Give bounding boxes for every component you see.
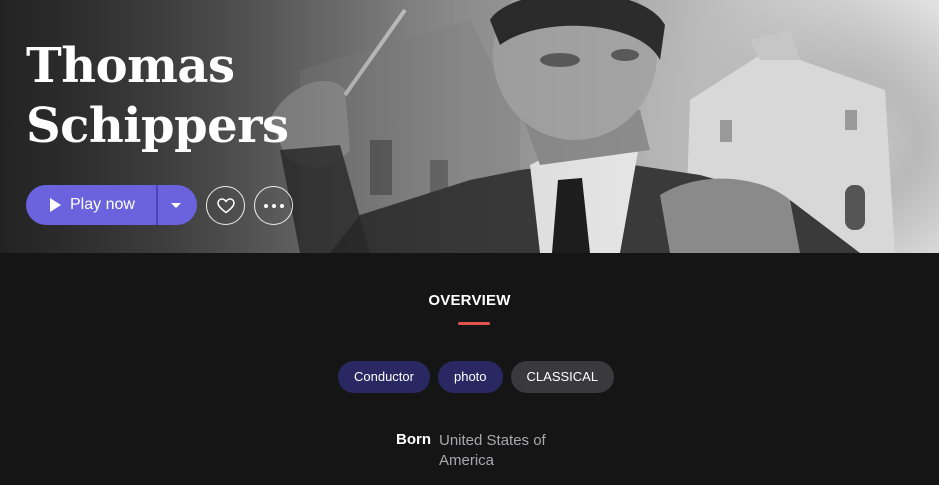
- play-options-dropdown-button[interactable]: [158, 185, 197, 225]
- tab-overview[interactable]: OVERVIEW: [0, 292, 939, 309]
- play-icon: [50, 198, 61, 212]
- tag-photo[interactable]: photo: [437, 361, 503, 393]
- more-dots-icon: [263, 203, 284, 208]
- more-options-button[interactable]: [254, 186, 293, 225]
- play-now-button[interactable]: Play now: [26, 185, 156, 225]
- artist-hero: Thomas Schippers Play now: [0, 0, 939, 253]
- dropdown-caret-icon: [171, 202, 181, 208]
- tab-active-indicator: [458, 322, 490, 325]
- tag-conductor[interactable]: Conductor: [338, 361, 430, 393]
- artist-name-heading: Thomas Schippers: [26, 38, 289, 154]
- play-button-group: Play now: [26, 185, 197, 225]
- born-label: Born: [396, 431, 431, 448]
- favorite-button[interactable]: [206, 186, 245, 225]
- tag-classical[interactable]: CLASSICAL: [510, 361, 615, 393]
- play-now-label: Play now: [70, 196, 135, 213]
- genre-tags: Conductor photo CLASSICAL: [338, 361, 615, 393]
- born-value: United States of America: [439, 432, 546, 469]
- heart-icon: [216, 197, 235, 213]
